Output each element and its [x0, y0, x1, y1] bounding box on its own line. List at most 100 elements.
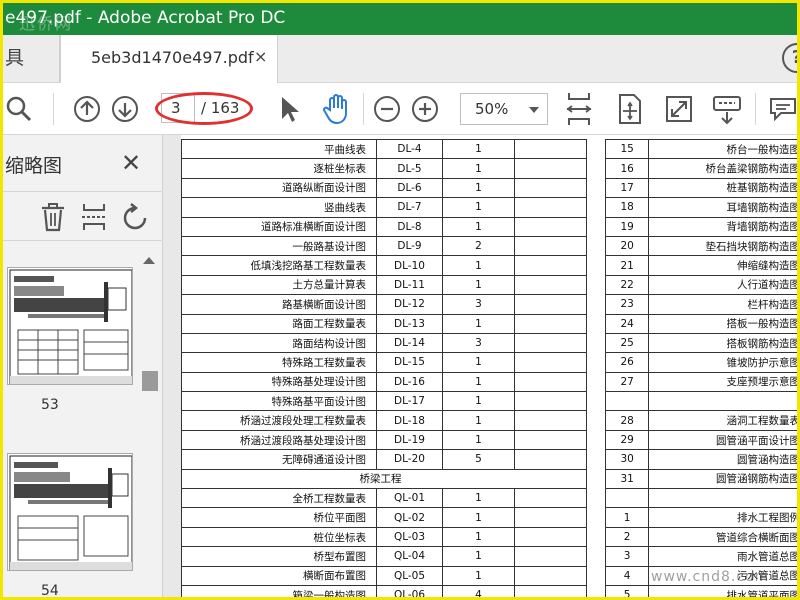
cell-empty: [514, 294, 587, 315]
page-down-icon[interactable]: [111, 95, 139, 123]
cell-count: 1: [442, 255, 515, 276]
cell-empty: [514, 507, 587, 528]
cell-empty: [514, 410, 587, 431]
cell-name: 路基横断面设计图: [181, 294, 377, 315]
cell-empty: [514, 158, 587, 179]
cell-name: 栏杆构造图: [648, 294, 797, 315]
tab-document[interactable]: 5eb3d1470e497.pdf ×: [60, 35, 278, 83]
cell-no: 22: [604, 274, 650, 296]
table-row: 特殊路基平面设计图 DL-17 1: [181, 391, 587, 412]
table-row: 道路纵断面设计图 DL-6 1: [181, 177, 587, 199]
table-row: 箱梁一般构造图 QL-06 4: [181, 584, 587, 597]
tab-tools[interactable]: 具: [3, 35, 60, 82]
help-icon[interactable]: ?: [782, 43, 797, 73]
table-row: 低填浅挖路基工程数量表 DL-10 1: [181, 255, 587, 276]
thumbnail-scrollbar[interactable]: [140, 253, 160, 597]
select-pointer-icon[interactable]: [279, 95, 301, 123]
cell-name: 逐桩坐标表: [181, 158, 377, 179]
table-row: 平曲线表 DL-4 1: [181, 138, 587, 160]
cell-no: 3: [604, 546, 650, 567]
table-row: 全桥工程数量表 QL-01 1: [181, 488, 587, 509]
table-row: 特殊路工程数量表 DL-15 1: [181, 352, 587, 373]
zoom-in-icon[interactable]: [411, 95, 439, 123]
table-row: 5 排水管道平面图: [604, 584, 797, 597]
table-row: 竖曲线表 DL-7 1: [181, 197, 587, 218]
delete-icon[interactable]: [39, 202, 67, 232]
cell-empty: [514, 255, 587, 276]
hand-tool-icon[interactable]: [323, 93, 353, 125]
cell-name: 耳墙钢筋构造图: [648, 197, 797, 218]
table-row: 31 圆管涵钢筋构造图: [604, 468, 797, 490]
thumbnail-page-53[interactable]: [7, 267, 133, 385]
cell-code: DL-8: [376, 216, 443, 237]
cell-count: 2: [442, 235, 515, 257]
pdf-page: 平曲线表 DL-4 1 逐桩坐标表 DL-5 1 道路纵断面设计图 DL-6 1 竖曲线表 DL-7…: [181, 135, 797, 597]
table-row: 土方总量计算表 DL-11 1: [181, 274, 587, 296]
watermark-bottom: www.cnd8.com: [651, 569, 770, 585]
rotate-icon[interactable]: [121, 202, 151, 232]
title-bar: e497.pdf - Adobe Acrobat Pro DC 迅侨网: [3, 3, 797, 35]
chevron-down-icon: [529, 107, 539, 113]
cell-count: 1: [442, 352, 515, 373]
scroll-up-icon[interactable]: [143, 257, 155, 264]
document-view[interactable]: 平曲线表 DL-4 1 逐桩坐标表 DL-5 1 道路纵断面设计图 DL-6 1 竖曲线表 DL-7…: [163, 135, 797, 597]
cell-empty: [514, 177, 587, 199]
cell-no: 23: [604, 294, 650, 315]
cell-no: [604, 488, 650, 509]
search-icon[interactable]: [5, 95, 33, 123]
cell-empty: [514, 488, 587, 509]
table-row: 30 圆管涵构造图: [604, 449, 797, 470]
table-row: 27 支座预埋示意图: [604, 371, 797, 393]
fit-page-icon[interactable]: [565, 91, 593, 127]
cell-count: 3: [442, 332, 515, 354]
tab-bar: 具 5eb3d1470e497.pdf × ?: [3, 35, 797, 83]
scroll-mode-icon[interactable]: [616, 93, 644, 125]
zoom-value: 50%: [475, 100, 509, 118]
cell-code: DL-5: [376, 158, 443, 179]
cell-empty: [514, 565, 587, 586]
table-row: 路基横断面设计图 DL-12 3: [181, 294, 587, 315]
table-row: 24 搭板一般构造图: [604, 313, 797, 334]
scrollbar-thumb[interactable]: [142, 371, 158, 391]
cell-empty: [514, 216, 587, 237]
close-icon[interactable]: ✕: [121, 149, 141, 177]
highlight-annotation: [155, 92, 253, 125]
cell-name: 全桥工程数量表: [181, 488, 377, 509]
cell-no: 19: [604, 216, 650, 237]
read-mode-icon[interactable]: [711, 93, 743, 125]
cell-code: DL-9: [376, 235, 443, 257]
page-up-icon[interactable]: [73, 95, 101, 123]
drawing-index-table-left: 平曲线表 DL-4 1 逐桩坐标表 DL-5 1 道路纵断面设计图 DL-6 1 竖曲线表 DL-7…: [181, 138, 587, 597]
cell-name: 背墙钢筋构造图: [648, 216, 797, 237]
cell-code: DL-16: [376, 371, 443, 393]
zoom-dropdown[interactable]: 50%: [460, 93, 548, 125]
cell-code: DL-14: [376, 332, 443, 354]
cell-name: 伸缩缝构造图: [648, 255, 797, 276]
section-heading: 桥梁工程: [181, 468, 587, 490]
cell-no: 15: [604, 138, 650, 160]
zoom-out-icon[interactable]: [373, 95, 401, 123]
cell-empty: [514, 313, 587, 334]
thumbnail-page-54[interactable]: [7, 453, 133, 571]
cell-name: 排水管道平面图: [648, 584, 797, 597]
table-row: 16 桥台盖梁钢筋构造图: [604, 158, 797, 179]
cell-name: 箱梁一般构造图: [181, 584, 377, 597]
cell-code: DL-20: [376, 449, 443, 470]
cell-name: 桥涵过渡段路基处理设计图: [181, 429, 377, 451]
cell-count: 4: [442, 584, 515, 597]
cell-code: DL-12: [376, 294, 443, 315]
tab-close-icon[interactable]: ×: [254, 47, 267, 66]
cell-code: DL-11: [376, 274, 443, 296]
cell-no: 24: [604, 313, 650, 334]
fullscreen-icon[interactable]: [665, 95, 693, 123]
comment-icon[interactable]: [767, 95, 797, 123]
extract-page-icon[interactable]: [81, 202, 107, 232]
cell-name: 锥坡防护示意图: [648, 352, 797, 373]
cell-name: 道路标准横断面设计图: [181, 216, 377, 237]
cell-empty: [514, 526, 587, 548]
cell-name: 垫石挡块钢筋构造图: [648, 235, 797, 257]
table-row: 特殊路基处理设计图 DL-16 1: [181, 371, 587, 393]
cell-count: 1: [442, 410, 515, 431]
cell-no: 28: [604, 410, 650, 431]
cell-name: 竖曲线表: [181, 197, 377, 218]
